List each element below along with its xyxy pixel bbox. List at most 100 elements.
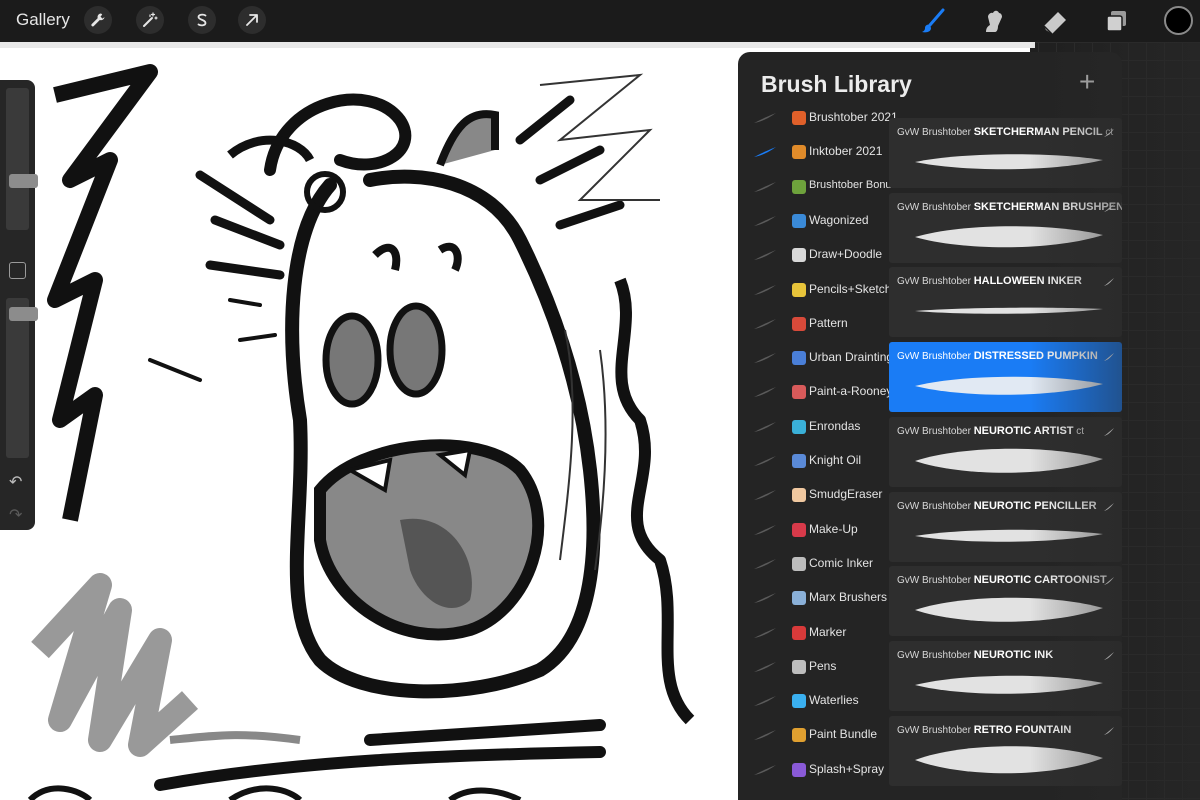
brush-set-item[interactable]: Brushtober 2021: [738, 102, 898, 136]
brush-set-stroke-icon: [754, 558, 776, 569]
brush-set-stroke-icon: [754, 284, 776, 295]
panel-title: Brush Library: [761, 71, 912, 97]
brush-set-stroke-icon: [754, 215, 776, 226]
brush-set-stroke-icon: [754, 147, 776, 158]
brush-stroke-preview: [915, 597, 1103, 622]
brush-item[interactable]: GvW Brushtober NEUROTIC CARTOONIST: [889, 566, 1122, 637]
brush-item[interactable]: GvW Brushtober NEUROTIC PENCILLER: [889, 491, 1122, 562]
brush-type-icon: [1104, 278, 1114, 287]
brush-stroke-preview: [915, 376, 1103, 395]
brush-set-emoji-icon: [792, 556, 806, 571]
brush-set-item[interactable]: Knight Oil: [738, 445, 888, 479]
brush-name: GvW Brushtober HALLOWEEN INKER: [897, 275, 1082, 288]
opacity-slider[interactable]: [6, 298, 38, 458]
brush-set-emoji-icon: [792, 316, 806, 331]
brush-set-label: Pens: [809, 658, 837, 673]
brush-set-item[interactable]: Marx Brushers: [738, 582, 888, 616]
brush-name: GvW Brushtober RETRO FOUNTAIN: [897, 723, 1072, 736]
opacity-handle[interactable]: [9, 306, 38, 321]
brush-set-emoji-icon: [792, 591, 806, 606]
brush-set-item[interactable]: Inktober 2021: [738, 136, 888, 170]
brush-name: GvW Brushtober NEUROTIC CARTOONIST: [897, 574, 1107, 587]
brush-name: GvW Brushtober DISTRESSED PUMPKIN: [897, 350, 1098, 363]
brush-set-emoji-icon: [792, 213, 806, 228]
brush-set-item[interactable]: Pencils+Sketch: [738, 274, 891, 308]
brush-set-label: Enrondas: [809, 418, 861, 433]
brush-set-emoji-icon: [792, 351, 806, 366]
brush-set-emoji-icon: [792, 419, 806, 434]
brush-item[interactable]: GvW Brushtober NEUROTIC INK: [889, 640, 1122, 711]
brush-size-handle[interactable]: [9, 174, 38, 189]
brush-set-item[interactable]: Draw+Doodle: [738, 239, 888, 273]
brush-set-emoji-icon: [792, 762, 806, 777]
brush-set-stroke-icon: [754, 490, 776, 501]
selection-icon[interactable]: [188, 6, 216, 34]
brush-type-icon: [1104, 726, 1114, 735]
undo-icon[interactable]: ↶: [9, 472, 22, 492]
brush-type-icon: [1104, 651, 1114, 660]
brush-set-label: Waterlies: [809, 693, 859, 708]
brush-item[interactable]: GvW Brushtober NEUROTIC ARTIST ct: [889, 416, 1122, 487]
brush-set-item[interactable]: Splash+Spray: [738, 754, 888, 788]
brush-set-emoji-icon: [792, 454, 806, 468]
brush-set-emoji-icon: [792, 282, 806, 297]
brush-type-icon: [1104, 577, 1114, 586]
brush-set-emoji-icon: [792, 385, 806, 400]
brush-set-stroke-icon: [754, 456, 776, 466]
layers-icon[interactable]: [1102, 6, 1132, 36]
smudge-icon[interactable]: [978, 6, 1008, 36]
magic-wand-icon[interactable]: [136, 6, 164, 34]
brush-set-emoji-icon: [792, 728, 806, 743]
brush-set-item[interactable]: Make-Up: [738, 514, 888, 548]
brush-set-stroke-icon: [754, 387, 776, 398]
top-toolbar: Gallery: [0, 0, 1200, 42]
brush-set-label: Brushtober 2021: [809, 110, 898, 124]
brush-set-item[interactable]: Paint-a-Rooney: [738, 376, 892, 410]
brush-set-label: Paint Bundle: [809, 727, 878, 742]
modify-button[interactable]: [9, 262, 26, 279]
color-picker-button[interactable]: [1164, 6, 1193, 35]
brush-type-icon: [1104, 203, 1114, 212]
brush-set-emoji-icon: [792, 625, 806, 640]
brush-set-stroke-icon: [754, 627, 776, 638]
brush-set-item[interactable]: Marker: [738, 617, 888, 651]
brush-icon[interactable]: [918, 6, 948, 36]
brush-set-item[interactable]: Paint Bundle: [738, 719, 888, 753]
brush-set-item[interactable]: Pattern: [738, 308, 888, 342]
brush-set-label: Comic Inker: [809, 555, 874, 570]
brush-item[interactable]: GvW Brushtober DISTRESSED PUMPKIN: [889, 342, 1122, 413]
brush-size-slider[interactable]: [6, 88, 38, 230]
brush-set-label: Brushtober Bonus: [809, 178, 898, 191]
redo-icon[interactable]: ↷: [9, 505, 22, 525]
brush-item[interactable]: GvW Brushtober RETRO FOUNTAIN: [889, 715, 1122, 786]
brush-set-item[interactable]: Wagonized: [738, 205, 888, 239]
brush-stroke-preview: [915, 308, 1103, 315]
brush-set-item[interactable]: Brushtober Bonus: [738, 171, 897, 205]
brush-set-item[interactable]: Waterlies: [738, 685, 888, 719]
plus-icon[interactable]: +: [1079, 66, 1095, 98]
eraser-icon[interactable]: [1040, 6, 1070, 36]
brush-set-item[interactable]: Enrondas: [738, 411, 888, 445]
brush-set-item[interactable]: Comic Inker: [738, 548, 888, 582]
brush-set-stroke-icon: [754, 318, 776, 329]
transform-arrow-icon[interactable]: [238, 6, 266, 34]
brush-stroke-preview: [915, 745, 1103, 773]
brush-stroke-preview: [915, 675, 1103, 694]
brush-item[interactable]: GvW Brushtober SKETCHERMAN BRUSHPEN: [889, 192, 1122, 263]
brush-name: GvW Brushtober NEUROTIC PENCILLER: [897, 499, 1097, 512]
brush-item[interactable]: GvW Brushtober SKETCHERMAN PENCIL ct: [889, 118, 1122, 188]
brush-set-item[interactable]: SmudgEraser: [738, 479, 888, 513]
brush-item[interactable]: GvW Brushtober HALLOWEEN INKER: [889, 267, 1122, 338]
brush-stroke-preview: [915, 448, 1103, 473]
brush-set-stroke-icon: [754, 593, 776, 604]
brush-set-emoji-icon: [792, 522, 806, 537]
brush-set-emoji-icon: [792, 659, 806, 674]
brush-set-item[interactable]: Urban Drainting: [738, 342, 893, 376]
brush-set-stroke-icon: [754, 524, 776, 535]
brush-name: GvW Brushtober SKETCHERMAN BRUSHPEN: [897, 200, 1122, 213]
brush-set-label: Knight Oil: [809, 453, 862, 467]
wrench-icon[interactable]: [84, 6, 112, 34]
brush-set-item[interactable]: Pens: [738, 651, 888, 685]
brush-set-stroke-icon: [754, 353, 776, 364]
gallery-button[interactable]: Gallery: [16, 10, 70, 30]
